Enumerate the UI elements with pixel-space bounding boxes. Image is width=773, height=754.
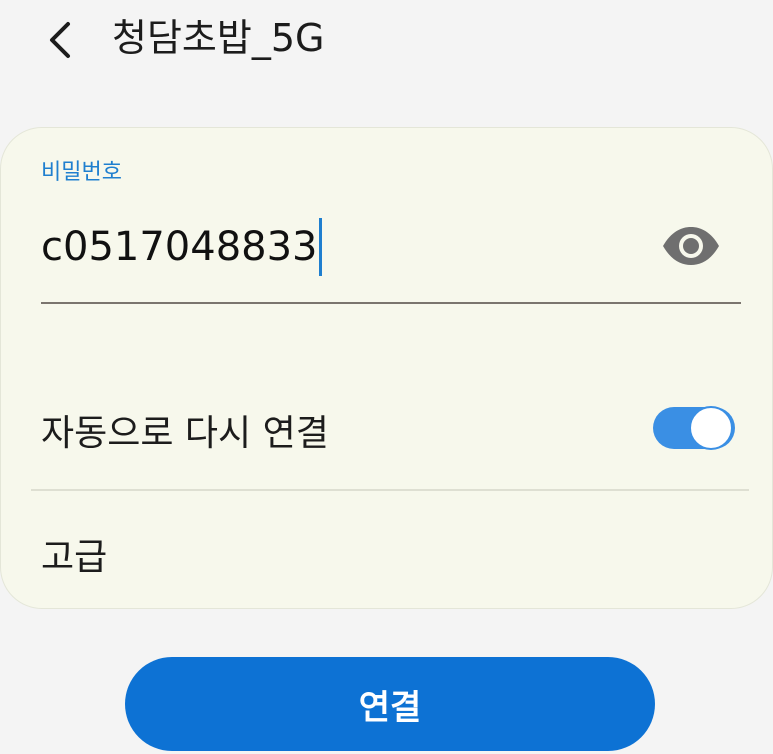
show-password-button[interactable]: [655, 216, 727, 276]
connect-button[interactable]: 연결: [125, 657, 655, 751]
password-field[interactable]: c0517048833: [41, 210, 741, 304]
settings-card: 비밀번호 c0517048833 자동으로 다시 연결 고급: [0, 127, 773, 609]
divider: [31, 489, 749, 491]
page-title: 청담초밥_5G: [112, 16, 325, 60]
app-header: 청담초밥_5G: [0, 0, 773, 90]
password-input[interactable]: c0517048833: [41, 218, 323, 276]
text-caret: [319, 218, 323, 276]
password-value: c0517048833: [41, 224, 318, 270]
back-button[interactable]: [30, 10, 90, 70]
auto-reconnect-label: 자동으로 다시 연결: [41, 413, 329, 454]
advanced-settings-item[interactable]: 고급: [41, 528, 107, 580]
toggle-knob: [689, 406, 733, 450]
auto-reconnect-toggle[interactable]: [653, 403, 735, 453]
chevron-left-icon: [50, 22, 70, 58]
eye-icon: [663, 227, 719, 265]
password-label: 비밀번호: [41, 160, 122, 185]
